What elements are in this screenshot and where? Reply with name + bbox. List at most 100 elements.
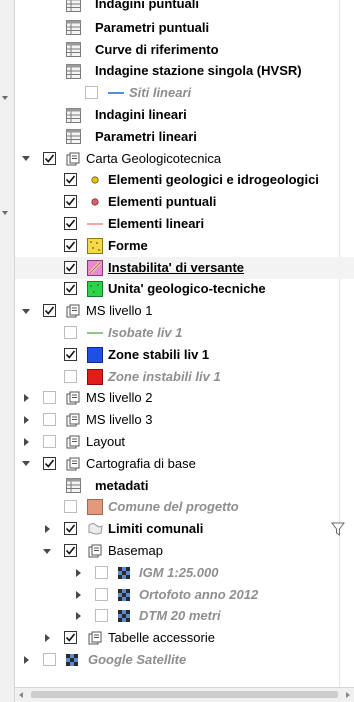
layer-row[interactable]: Layout xyxy=(15,431,354,453)
layer-row[interactable]: MS livello 2 xyxy=(15,387,354,409)
layer-row[interactable]: Tabelle accessorie xyxy=(15,627,354,649)
expand-arrow-icon[interactable] xyxy=(20,387,32,409)
layer-label[interactable]: Parametri lineari xyxy=(95,126,197,148)
scroll-left-icon[interactable] xyxy=(19,692,23,698)
visibility-checkbox[interactable] xyxy=(64,195,77,209)
layer-label[interactable]: Carta Geologicotecnica xyxy=(86,148,221,170)
visibility-checkbox[interactable] xyxy=(64,369,77,383)
expand-arrow-icon[interactable] xyxy=(72,605,84,627)
layer-label[interactable]: Elementi geologici e idrogeologici xyxy=(108,169,319,191)
layer-row[interactable]: Elementi geologici e idrogeologici xyxy=(15,169,354,191)
horizontal-scrollbar[interactable] xyxy=(15,687,354,702)
layer-row[interactable]: Forme xyxy=(15,235,354,257)
visibility-checkbox[interactable] xyxy=(43,304,56,318)
visibility-checkbox[interactable] xyxy=(64,238,77,252)
collapse-arrow-icon[interactable] xyxy=(20,148,32,170)
layer-label[interactable]: Ortofoto anno 2012 xyxy=(139,584,258,606)
layer-row[interactable]: IGM 1:25.000 xyxy=(15,562,354,584)
layer-label[interactable]: Limiti comunali xyxy=(108,518,203,540)
layer-label[interactable]: Siti lineari xyxy=(129,82,191,104)
visibility-checkbox[interactable] xyxy=(43,391,56,405)
visibility-checkbox[interactable] xyxy=(64,326,77,339)
gutter-collapse-icon[interactable] xyxy=(2,211,8,215)
layer-label[interactable]: Isobate liv 1 xyxy=(108,322,182,344)
layer-label[interactable]: MS livello 3 xyxy=(86,409,152,431)
layer-label[interactable]: Indagini lineari xyxy=(95,104,187,126)
layer-label[interactable]: Zone instabili liv 1 xyxy=(108,366,221,388)
layer-label[interactable]: MS livello 2 xyxy=(86,387,152,409)
layers-tree[interactable]: Indagini puntuali Parametri puntuali Curve… xyxy=(15,0,354,688)
visibility-checkbox[interactable] xyxy=(64,631,77,645)
layer-row[interactable]: Indagine stazione singola (HVSR) xyxy=(15,60,354,82)
visibility-checkbox[interactable] xyxy=(43,456,56,470)
layer-row[interactable]: Unita' geologico-tecniche xyxy=(15,278,354,300)
visibility-checkbox[interactable] xyxy=(95,587,108,601)
visibility-checkbox[interactable] xyxy=(85,86,98,100)
visibility-checkbox[interactable] xyxy=(43,653,56,666)
visibility-checkbox[interactable] xyxy=(64,544,77,557)
layer-label[interactable]: Elementi puntuali xyxy=(108,191,216,213)
expand-arrow-icon[interactable] xyxy=(72,584,84,606)
layer-label[interactable]: Parametri puntuali xyxy=(95,17,209,39)
layer-label[interactable]: DTM 20 metri xyxy=(139,605,221,627)
layer-row[interactable]: Zone stabili liv 1 xyxy=(15,344,354,366)
layer-row[interactable]: Siti lineari xyxy=(15,82,354,104)
expand-arrow-icon[interactable] xyxy=(20,431,32,453)
filter-icon[interactable] xyxy=(330,521,346,537)
visibility-checkbox[interactable] xyxy=(43,151,56,165)
layer-row[interactable]: Google Satellite xyxy=(15,649,354,671)
layer-row[interactable]: Isobate liv 1 xyxy=(15,322,354,344)
layer-label[interactable]: MS livello 1 xyxy=(86,300,152,322)
layer-label[interactable]: Instabilita' di versante xyxy=(108,257,244,279)
layer-row[interactable]: Instabilita' di versante xyxy=(15,256,354,279)
layer-label[interactable]: Elementi lineari xyxy=(108,213,204,235)
layer-row[interactable]: Indagini lineari xyxy=(15,104,354,126)
layer-row[interactable]: Ortofoto anno 2012 xyxy=(15,584,354,606)
visibility-checkbox[interactable] xyxy=(64,500,77,514)
collapse-arrow-icon[interactable] xyxy=(20,453,32,475)
visibility-checkbox[interactable] xyxy=(43,435,56,448)
visibility-checkbox[interactable] xyxy=(64,522,77,536)
layer-label[interactable]: Comune del progetto xyxy=(108,496,239,518)
layer-row[interactable]: Indagini puntuali xyxy=(15,0,354,15)
layer-row[interactable]: MS livello 3 xyxy=(15,409,354,431)
layer-row[interactable]: Parametri lineari xyxy=(15,126,354,148)
expand-arrow-icon[interactable] xyxy=(72,562,84,584)
visibility-checkbox[interactable] xyxy=(64,173,77,187)
layer-label[interactable]: Basemap xyxy=(108,540,163,562)
visibility-checkbox[interactable] xyxy=(64,260,77,274)
layer-row[interactable]: DTM 20 metri xyxy=(15,605,354,627)
expand-arrow-icon[interactable] xyxy=(20,409,32,431)
visibility-checkbox[interactable] xyxy=(64,282,77,296)
layer-row[interactable]: Basemap xyxy=(15,540,354,562)
layer-row[interactable]: Zone instabili liv 1 xyxy=(15,366,354,388)
layer-label[interactable]: Indagini puntuali xyxy=(95,0,199,15)
layer-label[interactable]: Indagine stazione singola (HVSR) xyxy=(95,60,302,82)
layer-row[interactable]: Elementi lineari xyxy=(15,213,354,235)
scroll-thumb[interactable] xyxy=(31,691,338,698)
layer-row[interactable]: Elementi puntuali xyxy=(15,191,354,213)
layer-label[interactable]: Layout xyxy=(86,431,125,453)
layer-label[interactable]: Tabelle accessorie xyxy=(108,627,215,649)
visibility-checkbox[interactable] xyxy=(95,609,108,623)
expand-arrow-icon[interactable] xyxy=(41,518,53,540)
layer-row[interactable]: Parametri puntuali xyxy=(15,17,354,39)
layer-label[interactable]: IGM 1:25.000 xyxy=(139,562,219,584)
layer-label[interactable]: Curve di riferimento xyxy=(95,39,219,61)
layer-row[interactable]: Limiti comunali xyxy=(15,518,354,540)
expand-arrow-icon[interactable] xyxy=(41,627,53,649)
visibility-checkbox[interactable] xyxy=(43,413,56,427)
layer-label[interactable]: metadati xyxy=(95,475,148,497)
layer-row[interactable]: Comune del progetto xyxy=(15,496,354,518)
layer-label[interactable]: Cartografia di base xyxy=(86,453,196,475)
collapse-arrow-icon[interactable] xyxy=(20,300,32,322)
scroll-right-icon[interactable] xyxy=(346,692,350,698)
layer-row[interactable]: Cartografia di base xyxy=(15,453,354,475)
gutter-collapse-icon[interactable] xyxy=(2,96,8,100)
expand-arrow-icon[interactable] xyxy=(20,649,32,671)
visibility-checkbox[interactable] xyxy=(64,217,77,230)
layer-label[interactable]: Zone stabili liv 1 xyxy=(108,344,209,366)
layer-label[interactable]: Unita' geologico-tecniche xyxy=(108,278,266,300)
layer-row[interactable]: Carta Geologicotecnica xyxy=(15,148,354,170)
layer-label[interactable]: Google Satellite xyxy=(88,649,186,671)
